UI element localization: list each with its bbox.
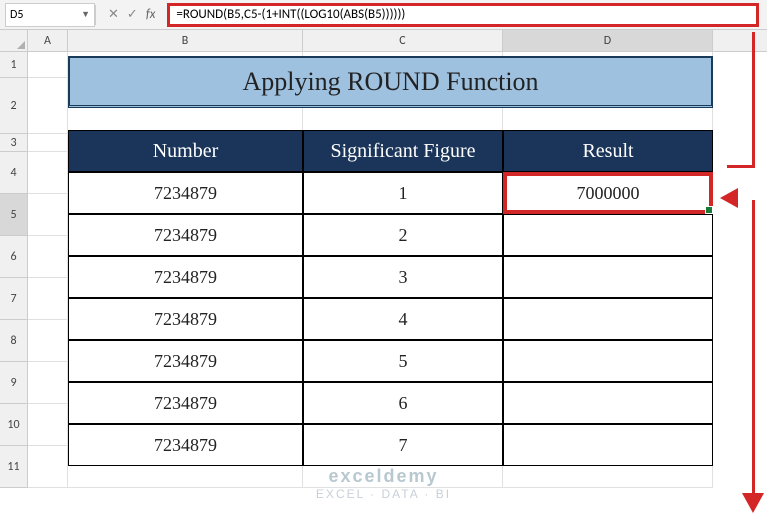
cell-sigfig[interactable]: 6 [303,382,503,424]
row-header-8[interactable]: 8 [0,320,28,362]
cell[interactable] [28,134,68,152]
formula-input[interactable]: =ROUND(B5,C5-(1+INT((LOG10(ABS(B5)))))) [167,3,759,27]
formula-bar-controls: ✕ ✓ fx [96,7,167,22]
cell-result[interactable] [503,382,713,424]
row-header-6[interactable]: 6 [0,236,28,278]
header-result[interactable]: Result [503,130,713,172]
cell-result[interactable]: 7000000 [503,172,713,214]
table-row: 7234879 3 [68,256,713,298]
cell[interactable] [28,362,68,404]
annotation-connector [752,200,755,495]
cell-number[interactable]: 7234879 [68,424,303,466]
table-row: 7234879 7 [68,424,713,466]
cell-sigfig[interactable]: 1 [303,172,503,214]
cell-sigfig[interactable]: 2 [303,214,503,256]
cell[interactable] [28,78,68,134]
cell-number[interactable]: 7234879 [68,172,303,214]
formula-text: =ROUND(B5,C5-(1+INT((LOG10(ABS(B5)))))) [176,7,405,22]
cell-number[interactable]: 7234879 [68,298,303,340]
annotation-connector [727,165,755,168]
cell-sigfig[interactable]: 3 [303,256,503,298]
table-row: 7234879 5 [68,340,713,382]
col-header-c[interactable]: C [303,30,503,51]
cell-result[interactable] [503,256,713,298]
name-box-value: D5 [10,8,23,22]
select-all-corner[interactable] [0,30,28,51]
table-row: 7234879 1 7000000 [68,172,713,214]
cell-result[interactable] [503,424,713,466]
header-sigfig[interactable]: Significant Figure [303,130,503,172]
cell-number[interactable]: 7234879 [68,214,303,256]
cell[interactable] [28,52,68,78]
cancel-icon[interactable]: ✕ [108,7,119,22]
cell[interactable] [28,278,68,320]
cell-result[interactable] [503,298,713,340]
data-table: Number Significant Figure Result 7234879… [68,130,713,466]
cell-sigfig[interactable]: 4 [303,298,503,340]
row-header-9[interactable]: 9 [0,362,28,404]
cell-sigfig[interactable]: 7 [303,424,503,466]
cell[interactable] [28,446,68,488]
dropdown-icon[interactable]: ▼ [81,9,90,20]
col-header-b[interactable]: B [68,30,303,51]
row-header-11[interactable]: 11 [0,446,28,488]
table-header-row: Number Significant Figure Result [68,130,713,172]
name-box[interactable]: D5 ▼ [5,3,95,27]
col-header-d[interactable]: D [503,30,713,51]
row-header-10[interactable]: 10 [0,404,28,446]
formula-bar: D5 ▼ ✕ ✓ fx =ROUND(B5,C5-(1+INT((LOG10(A… [0,0,767,30]
col-header-a[interactable]: A [28,30,68,51]
table-row: 7234879 2 [68,214,713,256]
cell[interactable] [28,320,68,362]
confirm-icon[interactable]: ✓ [127,7,138,22]
row-header-3[interactable]: 3 [0,134,28,152]
cell-number[interactable]: 7234879 [68,382,303,424]
cell-result[interactable] [503,340,713,382]
header-number[interactable]: Number [68,130,303,172]
watermark: exceldemy EXCEL · DATA · BI [316,466,451,501]
spreadsheet-grid[interactable]: A B C D 1 2 3 4 5 6 7 8 9 10 11 Applying… [0,30,767,531]
arrow-down-icon [742,493,764,513]
row-header-2[interactable]: 2 [0,78,28,134]
row-header-1[interactable]: 1 [0,52,28,78]
table-row: 7234879 6 [68,382,713,424]
cell-number[interactable]: 7234879 [68,340,303,382]
cell[interactable] [28,404,68,446]
row-header-5[interactable]: 5 [0,194,28,236]
cell[interactable] [28,236,68,278]
table-row: 7234879 4 [68,298,713,340]
watermark-brand: exceldemy [316,466,451,487]
row-header-4[interactable]: 4 [0,152,28,194]
cell-number[interactable]: 7234879 [68,256,303,298]
title-text: Applying ROUND Function [242,67,538,97]
cell-sigfig[interactable]: 5 [303,340,503,382]
cell[interactable] [28,152,68,194]
annotation-connector [752,32,755,167]
row-header-7[interactable]: 7 [0,278,28,320]
watermark-tagline: EXCEL · DATA · BI [316,487,451,501]
fx-icon[interactable]: fx [146,7,156,22]
title-banner[interactable]: Applying ROUND Function [68,56,713,108]
cell-result[interactable] [503,214,713,256]
column-headers: A B C D [0,30,767,52]
cell[interactable] [28,194,68,236]
